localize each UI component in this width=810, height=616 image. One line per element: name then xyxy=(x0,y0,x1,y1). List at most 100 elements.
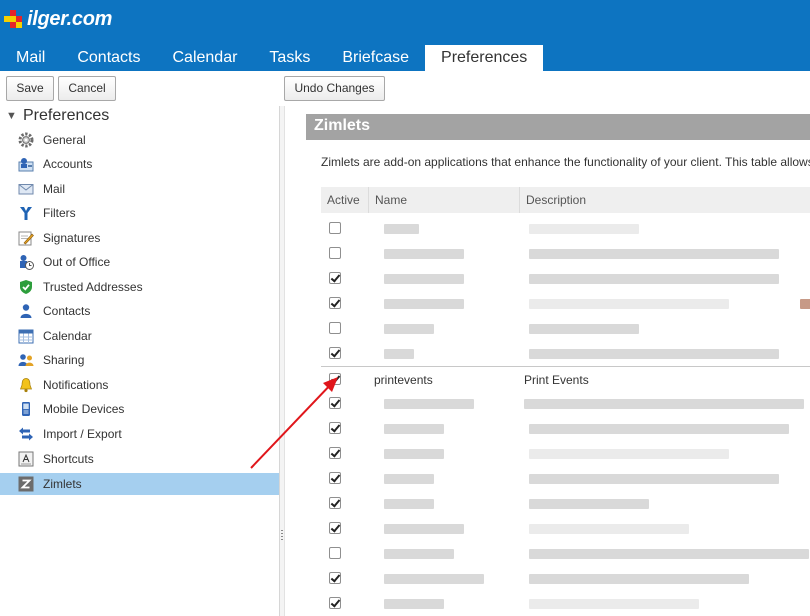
sidebar-item-calendar[interactable]: Calendar xyxy=(0,325,279,347)
filter-icon xyxy=(20,207,32,220)
table-row[interactable] xyxy=(321,591,810,616)
zimlet-name: printevents xyxy=(374,373,433,387)
active-checkbox[interactable] xyxy=(329,597,341,609)
sidebar-item-label: Mobile Devices xyxy=(43,402,125,416)
column-header-name[interactable]: Name xyxy=(369,187,520,213)
redacted-description xyxy=(529,524,689,534)
redacted-description xyxy=(529,424,789,434)
column-header-description[interactable]: Description xyxy=(520,187,810,213)
sidebar-item-general[interactable]: General xyxy=(0,129,279,151)
table-row[interactable]: printevents Print Events xyxy=(321,366,810,391)
sidebar-item-label: Shortcuts xyxy=(43,452,94,466)
table-row[interactable] xyxy=(321,291,810,316)
table-header: Active Name Description xyxy=(321,187,810,213)
account-icon xyxy=(18,158,34,172)
sidebar-item-mail[interactable]: Mail xyxy=(0,178,279,200)
redacted-name xyxy=(384,324,434,334)
table-row[interactable] xyxy=(321,391,810,416)
redacted-name xyxy=(384,424,444,434)
active-checkbox[interactable] xyxy=(329,422,341,434)
sidebar-item-notifications[interactable]: Notifications xyxy=(0,374,279,396)
sidebar-item-label: Mail xyxy=(43,182,66,196)
redacted-description xyxy=(800,299,810,309)
column-header-active[interactable]: Active xyxy=(321,187,369,213)
active-checkbox[interactable] xyxy=(329,572,341,584)
redacted-name xyxy=(384,399,474,409)
toolbar: Save Cancel Undo Changes xyxy=(0,71,810,106)
contact-icon xyxy=(20,304,32,318)
active-checkbox[interactable] xyxy=(329,373,341,385)
redacted-description xyxy=(529,474,779,484)
redacted-description xyxy=(529,574,749,584)
sidebar-item-label: Notifications xyxy=(43,378,109,392)
zimlets-panel: Zimlets Zimlets are add-on applications … xyxy=(285,106,810,616)
sidebar-item-label: Filters xyxy=(43,206,76,220)
active-checkbox[interactable] xyxy=(329,222,341,234)
table-row[interactable] xyxy=(321,266,810,291)
zimlet-description: Print Events xyxy=(524,373,589,387)
tab-calendar[interactable]: Calendar xyxy=(156,45,253,71)
table-row[interactable] xyxy=(321,241,810,266)
collapse-triangle-icon[interactable]: ▼ xyxy=(6,110,23,122)
tab-tasks[interactable]: Tasks xyxy=(253,45,326,71)
sidebar-item-label: Sharing xyxy=(43,353,85,367)
active-checkbox[interactable] xyxy=(329,297,341,309)
sidebar-item-trusted-addresses[interactable]: Trusted Addresses xyxy=(0,276,279,298)
redacted-name xyxy=(384,274,464,284)
table-row[interactable] xyxy=(321,541,810,566)
table-row[interactable] xyxy=(321,216,810,241)
redacted-name xyxy=(384,549,454,559)
redacted-description xyxy=(529,249,779,259)
tab-contacts[interactable]: Contacts xyxy=(61,45,156,71)
sidebar-header[interactable]: ▼ Preferences xyxy=(6,106,109,126)
splitter-grip-icon[interactable] xyxy=(281,530,283,542)
table-row[interactable] xyxy=(321,466,810,491)
sidebar-item-shortcuts[interactable]: Shortcuts xyxy=(0,448,279,470)
sidebar-title: Preferences xyxy=(23,107,110,124)
active-checkbox[interactable] xyxy=(329,522,341,534)
table-row[interactable] xyxy=(321,441,810,466)
active-checkbox[interactable] xyxy=(329,497,341,509)
active-checkbox[interactable] xyxy=(329,547,341,559)
redacted-description xyxy=(529,449,729,459)
active-checkbox[interactable] xyxy=(329,322,341,334)
sidebar-item-import-export[interactable]: Import / Export xyxy=(0,423,279,445)
table-row[interactable] xyxy=(321,566,810,591)
logo[interactable]: ilger.com xyxy=(4,6,112,32)
cancel-button[interactable]: Cancel xyxy=(58,76,116,101)
sidebar-item-out-of-office[interactable]: Out of Office xyxy=(0,251,279,273)
sidebar-item-mobile-devices[interactable]: Mobile Devices xyxy=(0,398,279,420)
table-row[interactable] xyxy=(321,516,810,541)
table-row[interactable] xyxy=(321,316,810,341)
redacted-name xyxy=(384,299,464,309)
section-description: Zimlets are add-on applications that enh… xyxy=(321,155,810,169)
tab-preferences[interactable]: Preferences xyxy=(425,45,544,71)
redacted-name xyxy=(384,599,444,609)
save-button[interactable]: Save xyxy=(6,76,54,101)
sidebar-item-contacts[interactable]: Contacts xyxy=(0,300,279,322)
section-header: Zimlets xyxy=(306,114,810,140)
tab-mail[interactable]: Mail xyxy=(0,45,61,71)
active-checkbox[interactable] xyxy=(329,247,341,259)
table-row[interactable] xyxy=(321,341,810,366)
signature-icon xyxy=(18,231,34,246)
import-export-icon xyxy=(19,427,33,441)
active-checkbox[interactable] xyxy=(329,447,341,459)
redacted-name xyxy=(384,449,444,459)
app-header: ilger.com Mail Contacts Calendar Tasks B… xyxy=(0,0,810,71)
active-checkbox[interactable] xyxy=(329,347,341,359)
active-checkbox[interactable] xyxy=(329,397,341,409)
sidebar-item-zimlets[interactable]: Zimlets xyxy=(0,473,279,495)
undo-changes-button[interactable]: Undo Changes xyxy=(284,76,385,101)
table-row[interactable] xyxy=(321,491,810,516)
table-row[interactable] xyxy=(321,416,810,441)
keyboard-shortcut-icon xyxy=(18,451,34,467)
sidebar-item-filters[interactable]: Filters xyxy=(0,202,279,224)
sidebar-item-accounts[interactable]: Accounts xyxy=(0,153,279,175)
active-checkbox[interactable] xyxy=(329,472,341,484)
redacted-description xyxy=(529,349,779,359)
tab-briefcase[interactable]: Briefcase xyxy=(326,45,425,71)
sidebar-item-signatures[interactable]: Signatures xyxy=(0,227,279,249)
sidebar-item-sharing[interactable]: Sharing xyxy=(0,349,279,371)
active-checkbox[interactable] xyxy=(329,272,341,284)
